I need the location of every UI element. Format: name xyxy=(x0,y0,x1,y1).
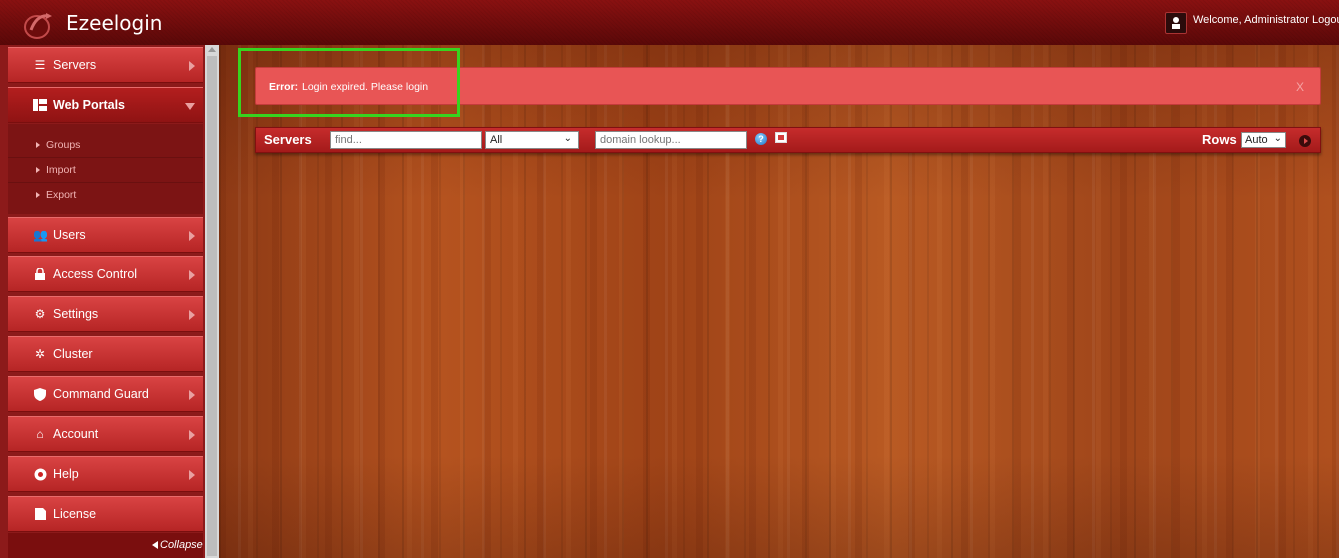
image-icon[interactable] xyxy=(775,132,787,143)
sidebar-item-settings[interactable]: ⚙ Settings xyxy=(8,296,203,332)
wood-shade xyxy=(219,45,1339,558)
chevron-down-icon: ⌄ xyxy=(1273,133,1282,144)
sidebar-scrollbar[interactable] xyxy=(205,45,219,558)
submenu-label: Groups xyxy=(46,139,81,151)
find-input[interactable] xyxy=(330,131,482,149)
sidebar-item-web-portals[interactable]: Web Portals xyxy=(8,87,203,123)
portal-icon xyxy=(33,99,47,111)
chevron-right-icon xyxy=(189,61,195,71)
sidebar-item-label: Help xyxy=(53,467,79,481)
cluster-icon: ✲ xyxy=(34,347,46,361)
scroll-up-icon[interactable] xyxy=(208,47,216,52)
web-portals-submenu: Groups Import Export xyxy=(8,124,203,214)
gears-icon: ⚙ xyxy=(34,307,46,321)
welcome-logout-link[interactable]: Welcome, Administrator Logou xyxy=(1193,14,1339,26)
lock-icon xyxy=(33,267,47,280)
license-icon xyxy=(33,508,47,520)
sidebar-item-servers[interactable]: ☰ Servers xyxy=(8,47,203,83)
filter-select[interactable]: All ⌄ xyxy=(485,131,579,149)
app-title: Ezeelogin xyxy=(66,11,163,35)
sidebar-item-license[interactable]: License xyxy=(8,496,203,532)
sidebar-item-cluster[interactable]: ✲ Cluster xyxy=(8,336,203,372)
submenu-item-groups[interactable]: Groups xyxy=(8,133,203,158)
bullet-icon xyxy=(36,192,40,198)
chevron-right-icon xyxy=(189,231,195,241)
sidebar-item-label: Cluster xyxy=(53,347,93,361)
sidebar-item-account[interactable]: ⌂ Account xyxy=(8,416,203,452)
sidebar-item-users[interactable]: 👥 Users xyxy=(8,217,203,253)
sidebar-item-command-guard[interactable]: Command Guard xyxy=(8,376,203,412)
help-icon[interactable]: ? xyxy=(755,133,767,145)
sidebar-item-label: Users xyxy=(53,228,86,242)
chevron-right-icon xyxy=(189,270,195,280)
collapse-arrow-icon xyxy=(152,541,158,549)
chevron-right-icon xyxy=(189,470,195,480)
toolbar-title: Servers xyxy=(264,132,312,147)
user-icon[interactable] xyxy=(1165,12,1187,34)
alert-close-button[interactable]: X xyxy=(1296,80,1304,94)
sidebar-item-label: Account xyxy=(53,427,99,441)
submenu-label: Export xyxy=(46,189,77,201)
main-content xyxy=(219,45,1339,558)
sidebar-item-label: License xyxy=(53,507,97,521)
sidebar-item-access-control[interactable]: Access Control xyxy=(8,256,203,292)
chevron-right-icon xyxy=(189,390,195,400)
users-icon: 👥 xyxy=(33,228,48,242)
collapse-label: Collapse xyxy=(160,539,203,551)
domain-lookup-input[interactable] xyxy=(595,131,747,149)
list-icon: ☰ xyxy=(34,58,46,72)
sidebar-item-label: Access Control xyxy=(53,267,138,281)
servers-toolbar: Servers All ⌄ ? Rows Auto ⌄ xyxy=(255,127,1321,153)
submenu-item-import[interactable]: Import xyxy=(8,158,203,183)
bullet-icon xyxy=(36,167,40,173)
top-bar: Ezeelogin Welcome, Administrator Logou xyxy=(0,0,1339,46)
collapse-button[interactable]: Collapse xyxy=(8,533,203,558)
next-page-icon[interactable] xyxy=(1299,135,1311,147)
chevron-down-icon: ⌄ xyxy=(563,133,572,144)
sidebar-item-label: Servers xyxy=(53,58,97,72)
sidebar-item-label: Settings xyxy=(53,307,99,321)
submenu-label: Import xyxy=(46,164,76,176)
shield-icon xyxy=(33,388,47,401)
rows-label: Rows xyxy=(1202,132,1237,147)
scroll-thumb[interactable] xyxy=(207,56,217,556)
submenu-item-export[interactable]: Export xyxy=(8,183,203,208)
filter-select-value: All xyxy=(490,134,503,146)
lifebuoy-icon xyxy=(33,468,47,481)
sidebar-item-label: Web Portals xyxy=(53,98,126,112)
chevron-down-icon xyxy=(185,103,195,110)
chevron-right-icon xyxy=(189,310,195,320)
rows-select[interactable]: Auto ⌄ xyxy=(1241,132,1286,148)
home-icon: ⌂ xyxy=(36,427,44,441)
rows-select-value: Auto xyxy=(1245,134,1268,146)
bullet-icon xyxy=(36,142,40,148)
logo-icon xyxy=(24,13,52,39)
chevron-right-icon xyxy=(189,430,195,440)
sidebar-item-label: Command Guard xyxy=(53,387,149,401)
sidebar-item-help[interactable]: Help xyxy=(8,456,203,492)
highlight-box xyxy=(238,48,460,117)
